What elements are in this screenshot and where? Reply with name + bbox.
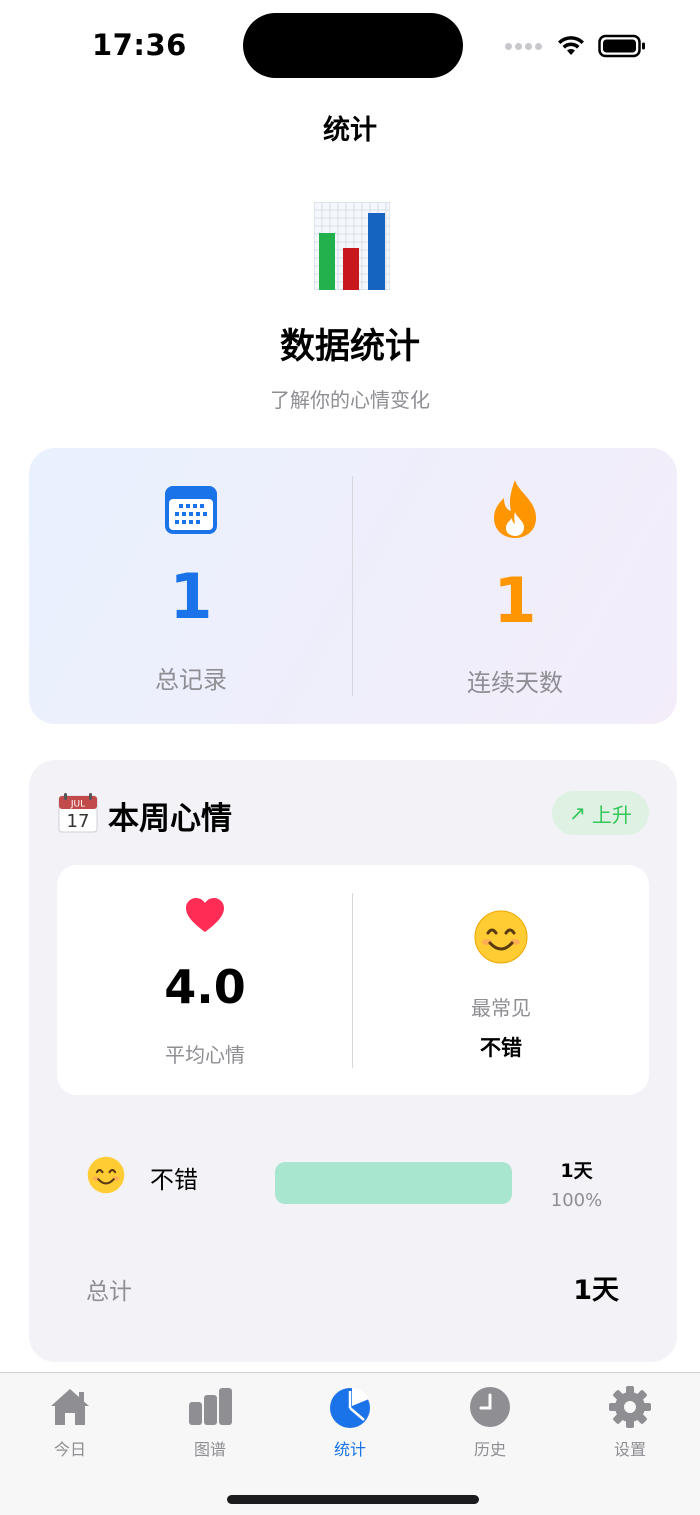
- week-mood-title: 本周心情: [108, 801, 232, 837]
- calendar-icon: [165, 486, 217, 534]
- mood-distribution-row: 不错 1天 100%: [29, 1150, 677, 1220]
- calendar-date-day: 17: [67, 811, 90, 832]
- trend-label: 上升: [591, 802, 632, 827]
- most-common-label: 最常见: [471, 996, 531, 1020]
- mood-bar-fill: [275, 1162, 512, 1204]
- smile-emoji-icon: [474, 910, 528, 964]
- mood-name: 不错: [150, 1166, 198, 1194]
- tab-label: 统计: [333, 1440, 366, 1459]
- tab-history[interactable]: 历史: [420, 1373, 560, 1473]
- tab-today[interactable]: 今日: [0, 1373, 140, 1473]
- mood-summary-card: 4.0 平均心情 最常见 不错: [57, 865, 649, 1095]
- average-mood-stat: 4.0 平均心情: [57, 865, 353, 1095]
- wifi-icon: [558, 36, 584, 55]
- streak-days-stat: 1 连续天数: [353, 448, 677, 724]
- most-common-value: 不错: [480, 1036, 522, 1060]
- tab-settings[interactable]: 设置: [560, 1373, 700, 1473]
- total-records-value: 1: [169, 560, 213, 633]
- heart-icon: [186, 898, 224, 932]
- pie-chart-icon: [330, 1388, 370, 1428]
- total-value: 1天: [573, 1275, 619, 1306]
- streak-days-label: 连续天数: [467, 669, 563, 697]
- gear-icon: [609, 1386, 651, 1428]
- status-bar: 17:36: [0, 0, 700, 90]
- bar-chart-emoji-icon: [314, 202, 390, 290]
- most-common-mood-stat: 最常见 不错: [353, 865, 649, 1095]
- tab-label: 设置: [613, 1440, 646, 1459]
- mood-bar: [275, 1162, 512, 1204]
- hero-subtitle: 了解你的心情变化: [270, 388, 430, 412]
- average-mood-label: 平均心情: [165, 1043, 245, 1067]
- trend-up-icon: ↗: [569, 801, 586, 825]
- streak-days-value: 1: [493, 564, 537, 637]
- trend-badge: ↗ 上升: [552, 791, 649, 835]
- calendar-date-month: JUL: [70, 800, 85, 810]
- total-records-label: 总记录: [155, 666, 227, 694]
- total-records-stat: 1 总记录: [29, 448, 353, 724]
- house-icon: [51, 1389, 89, 1425]
- mood-count: 1天: [560, 1160, 593, 1182]
- clock-icon: [470, 1387, 510, 1427]
- smile-emoji-icon: [87, 1156, 125, 1194]
- cellular-signal-icon: [505, 42, 542, 50]
- tab-bar: 今日 图谱 统计 历史 设置: [0, 1372, 700, 1515]
- flame-icon: [494, 480, 536, 538]
- mood-percent: 100%: [550, 1190, 603, 1211]
- dynamic-island: [243, 13, 463, 78]
- tab-graph[interactable]: 图谱: [140, 1373, 280, 1473]
- status-icons: [505, 33, 646, 59]
- hero-title: 数据统计: [279, 327, 420, 367]
- status-time: 17:36: [92, 28, 187, 62]
- home-indicator[interactable]: [227, 1495, 479, 1504]
- average-mood-value: 4.0: [164, 960, 246, 1014]
- bar-chart-icon: [189, 1388, 232, 1425]
- week-mood-card: JUL 17 本周心情 ↗ 上升 4.0 平均心情 最常见 不错 不错 1天 1…: [29, 760, 677, 1362]
- summary-card: 1 总记录 1 连续天数: [29, 448, 677, 724]
- calendar-date-icon: JUL 17: [58, 793, 98, 833]
- tab-label: 今日: [53, 1440, 86, 1459]
- tab-stats[interactable]: 统计: [280, 1373, 420, 1473]
- nav-title: 统计: [323, 115, 377, 146]
- battery-icon: [598, 34, 645, 58]
- tab-label: 图谱: [193, 1440, 226, 1459]
- total-label: 总计: [86, 1279, 132, 1305]
- tab-label: 历史: [473, 1440, 506, 1459]
